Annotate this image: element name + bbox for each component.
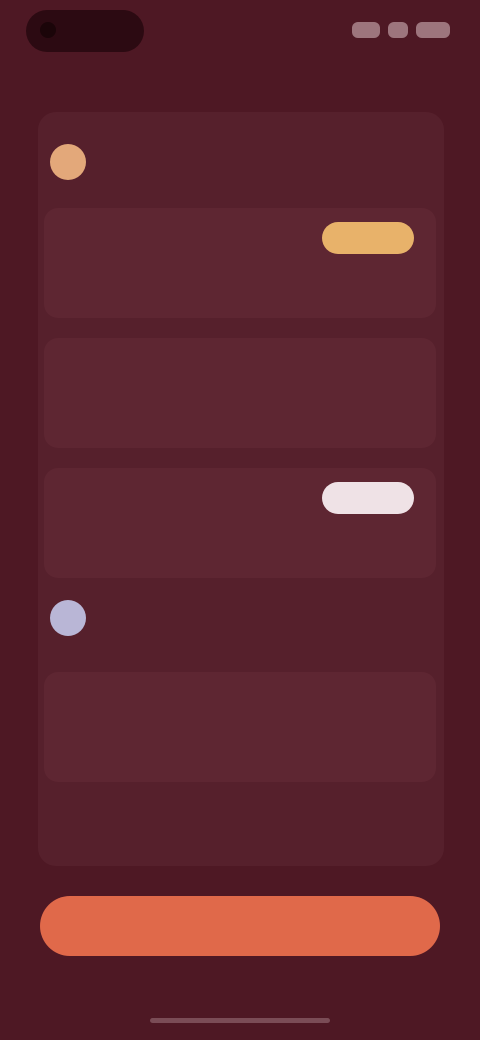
content-panel xyxy=(38,112,444,866)
status-icons xyxy=(352,22,452,40)
user-avatar-icon xyxy=(50,600,86,636)
list-card[interactable] xyxy=(44,468,436,578)
list-card[interactable] xyxy=(44,672,436,782)
nav-action-button[interactable] xyxy=(414,74,464,96)
card-action-button[interactable] xyxy=(322,482,414,514)
list-card[interactable] xyxy=(44,338,436,448)
primary-cta-button[interactable] xyxy=(40,896,440,956)
status-bar xyxy=(0,0,480,60)
battery-icon xyxy=(416,22,450,38)
section-header xyxy=(38,588,444,652)
list-card[interactable] xyxy=(44,208,436,318)
camera-icon xyxy=(40,22,56,38)
home-indicator[interactable] xyxy=(150,1018,330,1023)
section-header xyxy=(38,132,444,196)
back-button[interactable] xyxy=(12,74,88,96)
card-action-button[interactable] xyxy=(322,222,414,254)
top-nav xyxy=(0,66,480,106)
user-avatar-icon xyxy=(50,144,86,180)
signal-icon xyxy=(352,22,380,38)
wifi-icon xyxy=(388,22,408,38)
